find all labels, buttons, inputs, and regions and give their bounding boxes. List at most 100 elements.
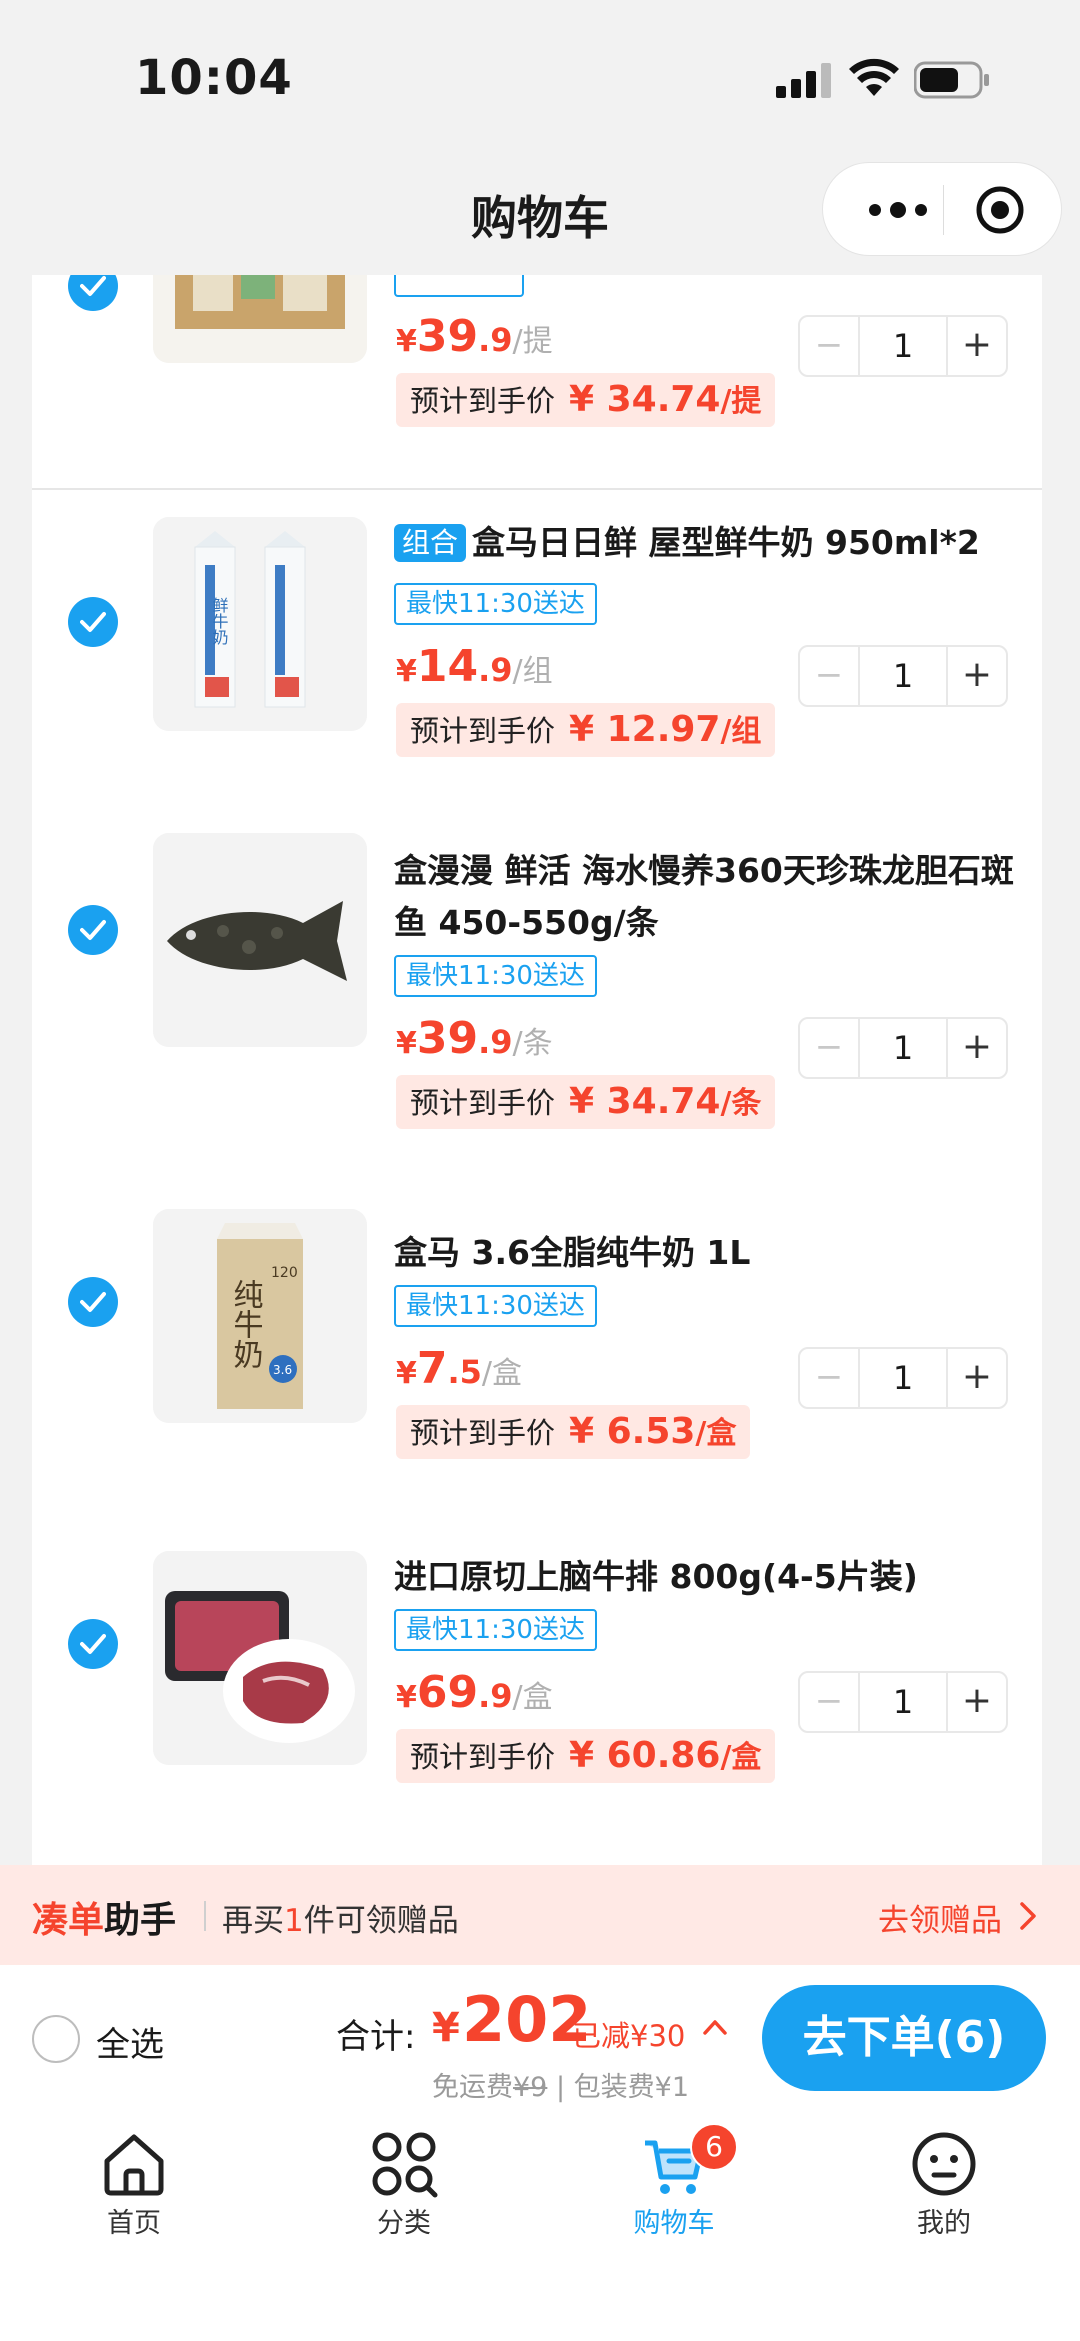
box-badge-bottom: 3.6: [273, 1363, 292, 1377]
delivery-tag: 最快11:30送达: [394, 583, 597, 625]
cart-item: 盒漫漫 鲜活 海水慢养360天珍珠龙胆石斑鱼 450-550g/条 最快11:3…: [32, 833, 1042, 1179]
helper-brand-red: 凑单: [32, 1900, 105, 1941]
item-price: ¥14.9/组: [396, 641, 553, 692]
estimated-price: 预计到手价 ¥ 34.74/条: [396, 1075, 776, 1129]
item-checkbox[interactable]: [68, 1619, 118, 1669]
product-name[interactable]: 盒漫漫 鲜活 海水慢养360天珍珠龙胆石斑鱼 450-550g/条: [394, 845, 1034, 949]
increase-button[interactable]: +: [948, 1019, 1006, 1077]
chevron-up-icon[interactable]: [702, 2017, 728, 2037]
quantity-value[interactable]: 1: [858, 1673, 948, 1731]
close-target-icon[interactable]: [975, 185, 1025, 235]
decrease-button[interactable]: −: [800, 1349, 858, 1407]
estimated-price: 预计到手价 ¥ 34.74/提: [396, 373, 776, 427]
tab-bar: 首页 分类 6 购物车 我的: [0, 2105, 1080, 2341]
tab-home[interactable]: 首页: [44, 2129, 224, 2240]
total-label: 合计:: [336, 2017, 416, 2057]
cart-count-badge: 6: [690, 2123, 738, 2171]
product-name[interactable]: 组合 盒马日日鲜 屋型鲜牛奶 950ml*2: [394, 517, 1034, 569]
mini-program-capsule: [822, 162, 1062, 256]
decrease-button[interactable]: −: [800, 647, 858, 705]
delivery-tag: 最快11:30送达: [394, 1609, 597, 1651]
combo-tag: 组合: [394, 524, 467, 562]
milk-box-image: 纯牛奶 120 3.6: [153, 1209, 367, 1423]
helper-brand-black: 助手: [104, 1900, 177, 1941]
check-icon: [80, 920, 106, 940]
product-name[interactable]: 进口原切上脑牛排 800g(4-5片装): [394, 1551, 1034, 1603]
fee-summary: 免运费¥9 | 包装费¥1: [432, 2072, 690, 2103]
box-badge-top: 120: [271, 1265, 298, 1281]
item-divider: [32, 488, 1042, 490]
product-name[interactable]: 盒马 3.6全脂纯牛奶 1L: [394, 1227, 1034, 1279]
item-price: ¥69.9/盒: [396, 1667, 553, 1718]
item-checkbox[interactable]: [68, 905, 118, 955]
discount-amount[interactable]: 已减¥30: [572, 2013, 685, 2055]
status-bar: 10:04: [0, 0, 1080, 150]
item-price: ¥7.5/盒: [396, 1343, 523, 1394]
check-icon: [80, 612, 106, 632]
decrease-button[interactable]: −: [800, 1673, 858, 1731]
box-text: 纯牛奶: [228, 1279, 263, 1369]
helper-divider: [204, 1901, 206, 1931]
quantity-value[interactable]: 1: [858, 317, 948, 375]
estimated-price: 预计到手价 ¥ 12.97/组: [396, 703, 776, 757]
quantity-stepper: − 1 +: [798, 645, 1008, 707]
capsule-divider: [943, 185, 944, 235]
bundle-helper-bar[interactable]: 凑单 助手 再买1件可领赠品 去领赠品: [0, 1865, 1080, 1965]
cart-item: 纯牛奶 120 3.6 盒马 3.6全脂纯牛奶 1L 最快11:30送达 ¥7.…: [32, 1209, 1042, 1553]
grouper-fish-image: [153, 833, 367, 1047]
status-time: 10:04: [135, 50, 293, 106]
select-all-label[interactable]: 全选: [96, 2017, 164, 2066]
place-order-button[interactable]: 去下单(6): [762, 1985, 1046, 2091]
quantity-stepper: − 1 +: [798, 1347, 1008, 1409]
tab-label: 我的: [917, 2208, 971, 2239]
carton-text: 鲜牛奶: [210, 597, 229, 646]
cart-list: ¥39.9/提 − 1 + 预计到手价 ¥ 34.74/提 鲜牛奶 组合 盒马日…: [32, 275, 1042, 1865]
quantity-value[interactable]: 1: [858, 647, 948, 705]
milk-carton-image: 鲜牛奶: [153, 517, 367, 731]
nav-bar: 购物车: [0, 150, 1080, 275]
category-icon: [372, 2132, 438, 2198]
claim-gift-link[interactable]: 去领赠品: [878, 1895, 1002, 1940]
increase-button[interactable]: +: [948, 647, 1006, 705]
cart-item-body: ¥39.9/提 − 1 + 预计到手价 ¥ 34.74/提: [32, 275, 1042, 427]
tab-profile[interactable]: 我的: [854, 2129, 1034, 2240]
tab-category[interactable]: 分类: [314, 2129, 494, 2240]
quantity-stepper: − 1 +: [798, 315, 1008, 377]
check-icon: [80, 1292, 106, 1312]
item-price: ¥39.9/条: [396, 1013, 553, 1064]
product-image[interactable]: 纯牛奶 120 3.6: [153, 1209, 367, 1423]
chevron-right-icon: [1020, 1902, 1036, 1930]
item-checkbox[interactable]: [68, 1277, 118, 1327]
product-image[interactable]: [153, 1551, 367, 1765]
beef-steak-image: [153, 1551, 367, 1765]
quantity-value[interactable]: 1: [858, 1019, 948, 1077]
delivery-tag: 最快11:30送达: [394, 1285, 597, 1327]
wifi-icon: [849, 58, 899, 96]
tab-cart[interactable]: 6 购物车: [584, 2123, 764, 2240]
decrease-button[interactable]: −: [800, 1019, 858, 1077]
tab-label: 分类: [377, 2208, 431, 2239]
decrease-button[interactable]: −: [800, 317, 858, 375]
signal-icon: [776, 63, 831, 98]
home-icon: [104, 2134, 164, 2196]
check-icon: [80, 1634, 106, 1654]
tab-label: 购物车: [633, 2208, 715, 2239]
product-image[interactable]: [153, 833, 367, 1047]
item-price: ¥39.9/提: [396, 311, 553, 362]
increase-button[interactable]: +: [948, 317, 1006, 375]
cart-item: 进口原切上脑牛排 800g(4-5片装) 最快11:30送达 ¥69.9/盒 −…: [32, 1551, 1042, 1865]
more-icon[interactable]: [863, 187, 933, 233]
increase-button[interactable]: +: [948, 1673, 1006, 1731]
item-checkbox[interactable]: [68, 597, 118, 647]
product-image[interactable]: 鲜牛奶: [153, 517, 367, 731]
select-all-radio[interactable]: [32, 2015, 80, 2063]
estimated-price: 预计到手价 ¥ 6.53/盒: [396, 1405, 751, 1459]
quantity-stepper: − 1 +: [798, 1017, 1008, 1079]
increase-button[interactable]: +: [948, 1349, 1006, 1407]
quantity-value[interactable]: 1: [858, 1349, 948, 1407]
checkout-bar: 全选 合计: ¥ 202 已减¥30 免运费¥9 | 包装费¥1 去下单(6): [0, 1965, 1080, 2105]
profile-icon: [912, 2132, 976, 2196]
delivery-tag: 最快11:30送达: [394, 955, 597, 997]
estimated-price: 预计到手价 ¥ 60.86/盒: [396, 1729, 776, 1783]
tab-label: 首页: [107, 2208, 161, 2239]
